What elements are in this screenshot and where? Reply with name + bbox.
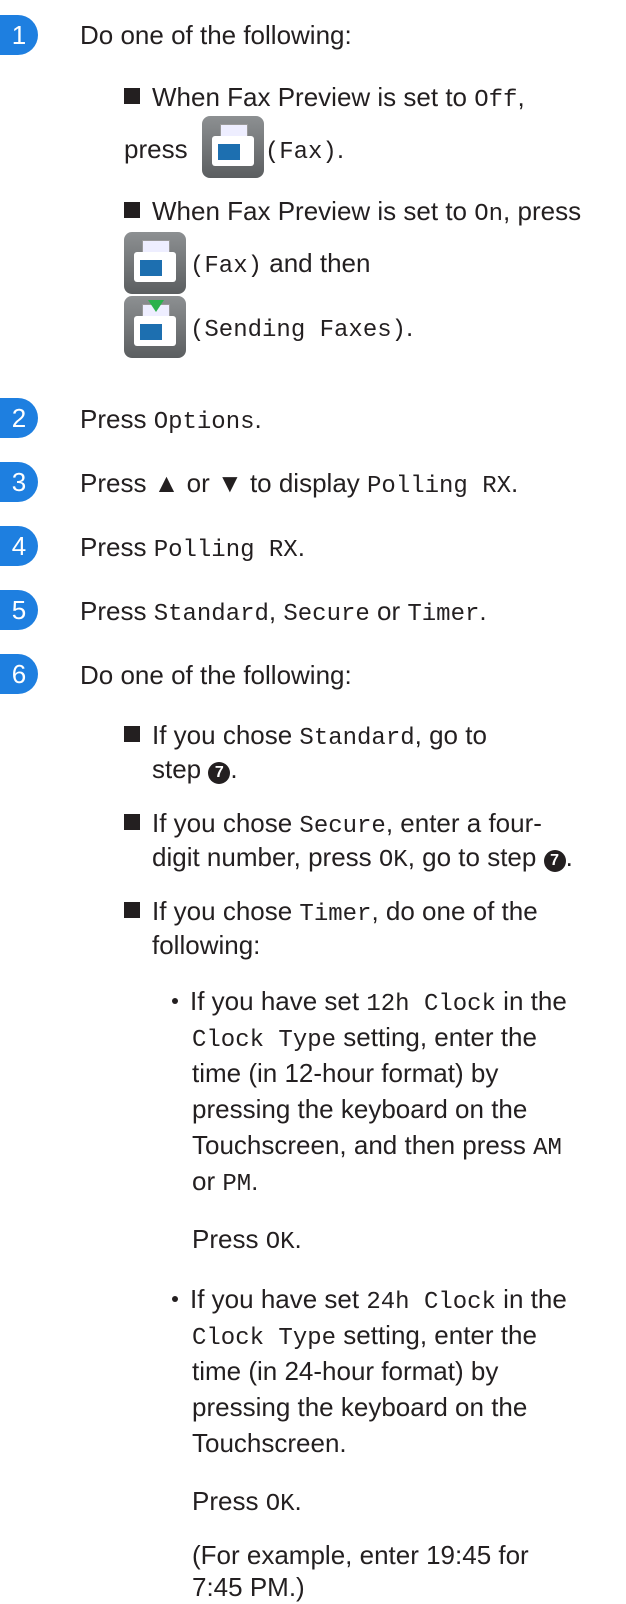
bullet-fax-preview-on-line3: (Sending Faxes). bbox=[190, 312, 414, 344]
sub-12h-line1: If you have set 12h Clock in the bbox=[172, 984, 567, 1022]
bullet-fax-preview-on-line1: When Fax Preview is set to On, press bbox=[124, 194, 581, 232]
bullet-timer-line2: following: bbox=[152, 930, 261, 960]
step-1-text: Do one of the following: bbox=[80, 20, 352, 50]
step-number-5: 5 bbox=[0, 590, 38, 630]
step-number-3: 3 bbox=[0, 462, 38, 502]
sub-12h-line4: pressing the keyboard on the bbox=[192, 1094, 528, 1124]
step-number-1: 1 bbox=[0, 15, 38, 55]
bullet-standard-line2: step 7. bbox=[152, 754, 238, 784]
bullet-fax-preview-on-line2: (Fax) and then bbox=[190, 248, 371, 280]
step-6-text: Do one of the following: bbox=[80, 660, 352, 690]
sub-24h-line1: If you have set 24h Clock in the bbox=[172, 1282, 567, 1320]
bullet-square bbox=[124, 202, 140, 218]
sub-12h-press-ok: Press OK. bbox=[192, 1224, 302, 1256]
sub-24h-example-line2: 7:45 PM.) bbox=[192, 1572, 305, 1602]
bullet-square bbox=[124, 814, 140, 830]
sub-12h-line2: Clock Type setting, enter the bbox=[192, 1022, 537, 1054]
sub-24h-line5: Touchscreen. bbox=[192, 1428, 347, 1458]
bullet-square bbox=[124, 726, 140, 742]
step-7-reference: 7 bbox=[543, 850, 566, 872]
bullet-dot bbox=[172, 998, 178, 1004]
sub-12h-line3: time (in 12-hour format) by bbox=[192, 1058, 499, 1088]
step-5-text: Press Standard, Secure or Timer. bbox=[80, 596, 487, 628]
step-number-4: 4 bbox=[0, 526, 38, 566]
sub-24h-line3: time (in 24-hour format) by bbox=[192, 1356, 499, 1386]
bullet-dot bbox=[172, 1296, 178, 1302]
bullet-standard-line1: If you chose Standard, go to bbox=[124, 718, 487, 756]
sub-24h-line2: Clock Type setting, enter the bbox=[192, 1320, 537, 1352]
fax-icon[interactable] bbox=[202, 116, 264, 178]
bullet-fax-preview-off-line1: When Fax Preview is set to Off, bbox=[124, 80, 525, 118]
bullet-secure-line1: If you chose Secure, enter a four- bbox=[124, 806, 542, 844]
bullet-timer-line1: If you chose Timer, do one of the bbox=[124, 894, 538, 932]
sub-24h-line4: pressing the keyboard on the bbox=[192, 1392, 528, 1422]
sub-24h-example-line1: (For example, enter 19:45 for bbox=[192, 1540, 529, 1570]
step-4-text: Press Polling RX. bbox=[80, 532, 305, 564]
step-3-text: Press ▲ or ▼ to display Polling RX. bbox=[80, 468, 519, 500]
step-number-2: 2 bbox=[0, 398, 38, 438]
step-number-6: 6 bbox=[0, 654, 38, 694]
sub-12h-line6: or PM. bbox=[192, 1166, 259, 1198]
fax-icon[interactable] bbox=[124, 232, 186, 294]
bullet-secure-line2: digit number, press OK, go to step 7. bbox=[152, 842, 573, 874]
bullet-square bbox=[124, 88, 140, 104]
step-7-reference: 7 bbox=[208, 762, 231, 784]
step-2-text: Press Options. bbox=[80, 404, 262, 436]
sending-faxes-icon[interactable] bbox=[124, 296, 186, 358]
bullet-square bbox=[124, 902, 140, 918]
sub-24h-press-ok: Press OK. bbox=[192, 1486, 302, 1518]
sub-12h-line5: Touchscreen, and then press AM bbox=[192, 1130, 562, 1162]
